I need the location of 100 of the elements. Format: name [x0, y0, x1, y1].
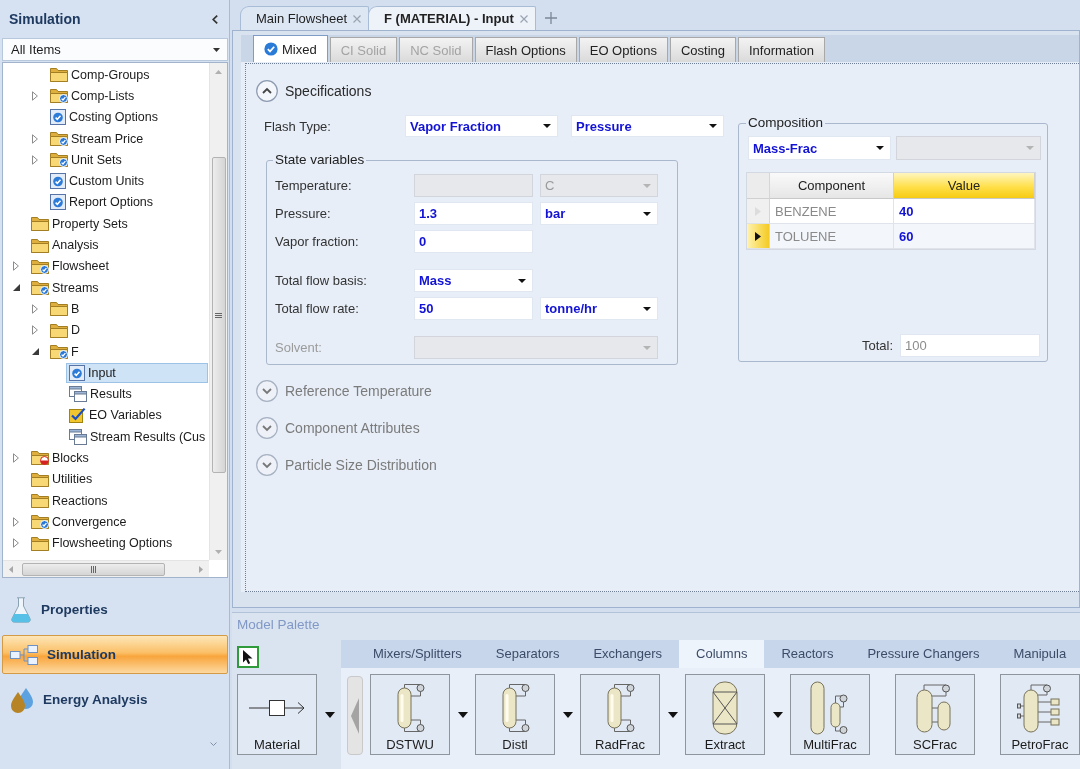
close-icon[interactable]: [519, 14, 528, 23]
caret-right-icon[interactable]: [32, 303, 38, 314]
table-cell[interactable]: 40: [894, 199, 1035, 224]
tree-item[interactable]: EO Variables: [66, 405, 164, 426]
tree-item[interactable]: Flowsheet: [28, 256, 111, 277]
unit-dropdown[interactable]: tonne/hr: [540, 297, 658, 320]
tree-item[interactable]: Convergence: [28, 511, 129, 532]
form-tab[interactable]: EO Options: [578, 37, 668, 62]
section-header[interactable]: Particle Size Distribution: [256, 454, 437, 476]
scrollbar-thumb[interactable]: [211, 157, 226, 473]
tree-item[interactable]: Costing Options: [47, 107, 160, 128]
category-tab[interactable]: Exchangers: [576, 640, 680, 668]
table-cell[interactable]: 60: [894, 224, 1035, 249]
caret-right-icon[interactable]: [13, 453, 19, 463]
palette-item[interactable]: MultiFrac: [790, 674, 870, 755]
nav-button[interactable]: Properties: [2, 590, 228, 629]
caret-right-icon[interactable]: [13, 261, 19, 272]
tree-item[interactable]: Comp-Lists: [47, 85, 137, 106]
scroll-up-icon[interactable]: [215, 70, 222, 74]
caret-down-icon[interactable]: [772, 711, 783, 718]
section-header[interactable]: Component Attributes: [256, 417, 420, 439]
category-tab[interactable]: Pressure Changers: [850, 640, 997, 668]
scroll-down-icon[interactable]: [215, 550, 222, 554]
tree-item[interactable]: Report Options: [47, 192, 156, 213]
section-header[interactable]: Specifications: [256, 80, 372, 102]
text-field[interactable]: 1.3: [414, 202, 533, 225]
caret-down-icon[interactable]: [324, 711, 335, 718]
dropdown[interactable]: Mass-Frac: [748, 136, 891, 160]
caret-down-icon[interactable]: [562, 711, 573, 718]
tree-item[interactable]: Custom Units: [47, 171, 147, 192]
category-tab[interactable]: Manipula: [996, 640, 1080, 668]
tree-item[interactable]: Streams: [28, 277, 101, 298]
category-tab[interactable]: Separators: [478, 640, 577, 668]
palette-item[interactable]: SCFrac: [895, 674, 975, 755]
scrollbar-thumb[interactable]: [22, 562, 165, 576]
caret-right-icon[interactable]: [13, 516, 19, 527]
category-tab[interactable]: Columns: [679, 640, 765, 668]
palette-item[interactable]: Distl: [475, 674, 555, 755]
tree-item[interactable]: Property Sets: [28, 213, 130, 234]
filter-dropdown[interactable]: All Items: [2, 38, 228, 61]
tree-item[interactable]: Input: [66, 362, 208, 383]
row-header[interactable]: [747, 224, 770, 249]
form-tab[interactable]: Mixed: [253, 35, 328, 62]
form-tab[interactable]: Costing: [669, 37, 736, 62]
tree-item[interactable]: Unit Sets: [47, 149, 124, 170]
tree-item[interactable]: Stream Results (Cus: [66, 426, 208, 447]
dropdown[interactable]: Vapor Fraction: [405, 115, 558, 137]
nav-button[interactable]: Energy Analysis: [2, 680, 228, 719]
total-field[interactable]: 100: [900, 334, 1040, 357]
document-tab[interactable]: Main Flowsheet: [240, 6, 370, 30]
caret-down-icon[interactable]: [31, 348, 39, 355]
tree-item[interactable]: Stream Price: [47, 128, 146, 149]
caret-down-icon[interactable]: [667, 711, 678, 718]
section-header[interactable]: Reference Temperature: [256, 380, 432, 402]
caret-down-icon[interactable]: [457, 711, 468, 718]
text-field[interactable]: 50: [414, 297, 533, 320]
dropdown[interactable]: Mass: [414, 269, 533, 292]
unit-dropdown[interactable]: bar: [540, 202, 658, 225]
caret-right-icon[interactable]: [13, 538, 19, 549]
category-tab[interactable]: Mixers/Splitters: [356, 640, 479, 668]
vertical-scrollbar[interactable]: [209, 63, 227, 560]
category-tab[interactable]: Reactors: [764, 640, 851, 668]
tree-item[interactable]: Analysis: [28, 235, 101, 255]
palette-item[interactable]: PetroFrac: [1000, 674, 1080, 755]
scroll-right-icon[interactable]: [199, 565, 203, 573]
caret-down-icon: [213, 47, 220, 52]
caret-right-icon[interactable]: [32, 90, 38, 101]
chevron-left-icon[interactable]: [212, 14, 218, 24]
pointer-tool-button[interactable]: [237, 646, 259, 668]
tree-item[interactable]: B: [47, 298, 82, 319]
palette-item[interactable]: RadFrac: [580, 674, 660, 755]
tree-item[interactable]: Results: [66, 384, 134, 405]
tree-item[interactable]: Blocks: [28, 448, 91, 468]
close-icon[interactable]: [353, 14, 362, 23]
palette-item[interactable]: Extract: [685, 674, 765, 755]
nav-button[interactable]: Simulation: [2, 635, 228, 674]
chevron-down-icon[interactable]: [210, 742, 217, 746]
column-header[interactable]: Component: [770, 173, 894, 199]
scroll-left-icon[interactable]: [9, 565, 13, 573]
scroll-left-button[interactable]: [347, 676, 363, 755]
palette-item[interactable]: DSTWU: [370, 674, 450, 755]
form-tab[interactable]: Flash Options: [474, 37, 577, 62]
form-tab[interactable]: Information: [738, 37, 826, 62]
horizontal-scrollbar[interactable]: [3, 560, 209, 577]
dropdown[interactable]: Pressure: [571, 115, 724, 137]
palette-item[interactable]: Material: [237, 674, 317, 755]
document-tab[interactable]: F (MATERIAL) - Input: [368, 6, 536, 30]
caret-down-icon[interactable]: [12, 284, 20, 292]
caret-right-icon[interactable]: [32, 325, 38, 336]
tree-item[interactable]: D: [47, 320, 83, 341]
tree-item[interactable]: Flowsheeting Options: [28, 533, 175, 554]
tree-item[interactable]: Comp-Groups: [47, 64, 152, 85]
text-field[interactable]: 0: [414, 230, 533, 253]
plus-icon[interactable]: [544, 12, 557, 24]
tree-item[interactable]: Utilities: [28, 469, 95, 490]
column-header[interactable]: Value: [894, 173, 1035, 199]
caret-right-icon[interactable]: [32, 133, 38, 144]
caret-right-icon[interactable]: [32, 154, 38, 165]
tree-item[interactable]: Reactions: [28, 490, 110, 511]
tree-item[interactable]: F: [47, 341, 81, 362]
